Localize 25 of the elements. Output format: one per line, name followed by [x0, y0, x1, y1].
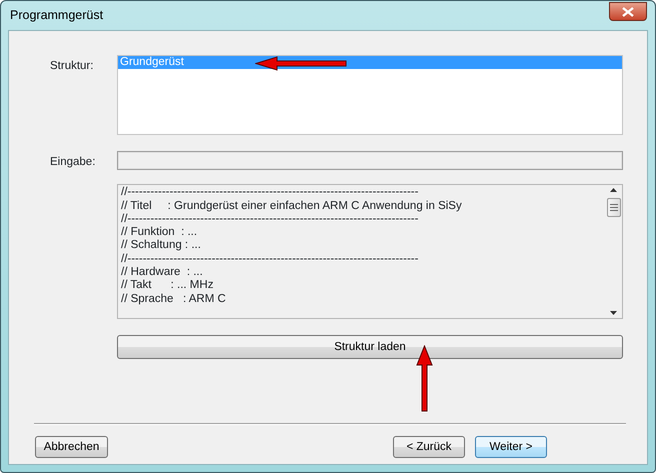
- code-line: //----------------------------------------------------------------------------: [121, 212, 420, 226]
- scroll-up-icon[interactable]: [610, 188, 617, 192]
- left-arrow-icon: [255, 56, 347, 71]
- grip-icon: [610, 204, 618, 212]
- scroll-thumb[interactable]: [606, 198, 620, 218]
- code-line: // Sprache : ARM C: [121, 292, 227, 306]
- code-line: //----------------------------------------------------------------------------: [121, 186, 420, 200]
- code-line: // Funktion : ...: [121, 226, 198, 240]
- input-field[interactable]: [117, 151, 623, 170]
- window-title: Programmgerüst: [10, 7, 104, 24]
- scroll-down-icon[interactable]: [610, 311, 617, 316]
- back-button[interactable]: < Zurück: [393, 436, 465, 458]
- code-line: // Titel : Grundgerüst einer einfachen ARM C Anwendung in SiSy: [121, 200, 463, 213]
- up-arrow-icon: [416, 345, 433, 412]
- code-line: //----------------------------------------------------------------------------: [121, 252, 420, 266]
- load-structure-button[interactable]: Struktur laden: [117, 335, 623, 360]
- field-label: Eingabe:: [49, 155, 96, 170]
- cancel-button[interactable]: Abbrechen: [35, 436, 108, 458]
- close-button[interactable]: [609, 2, 647, 21]
- field-label: Struktur:: [49, 59, 94, 74]
- next-button[interactable]: Weiter >: [475, 436, 547, 458]
- code-line: // Schaltung : ...: [121, 239, 202, 253]
- close-icon: [622, 6, 634, 16]
- code-line: // Takt : ... MHz: [121, 279, 214, 293]
- code-line: // Hardware : ...: [121, 266, 204, 280]
